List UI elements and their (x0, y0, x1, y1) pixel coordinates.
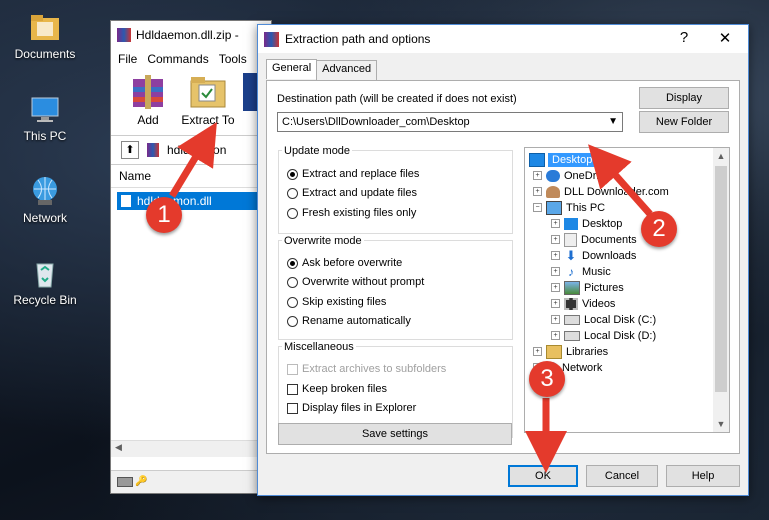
callout-step-1: 1 (146, 197, 182, 233)
annotation-arrows (169, 122, 653, 473)
annotation-arrow-2 (588, 144, 653, 217)
tab-general[interactable]: General (266, 59, 318, 79)
annotation-arrow-1 (169, 122, 217, 198)
callout-step-3: 3 (529, 361, 565, 397)
callout-step-2: 2 (641, 211, 677, 247)
